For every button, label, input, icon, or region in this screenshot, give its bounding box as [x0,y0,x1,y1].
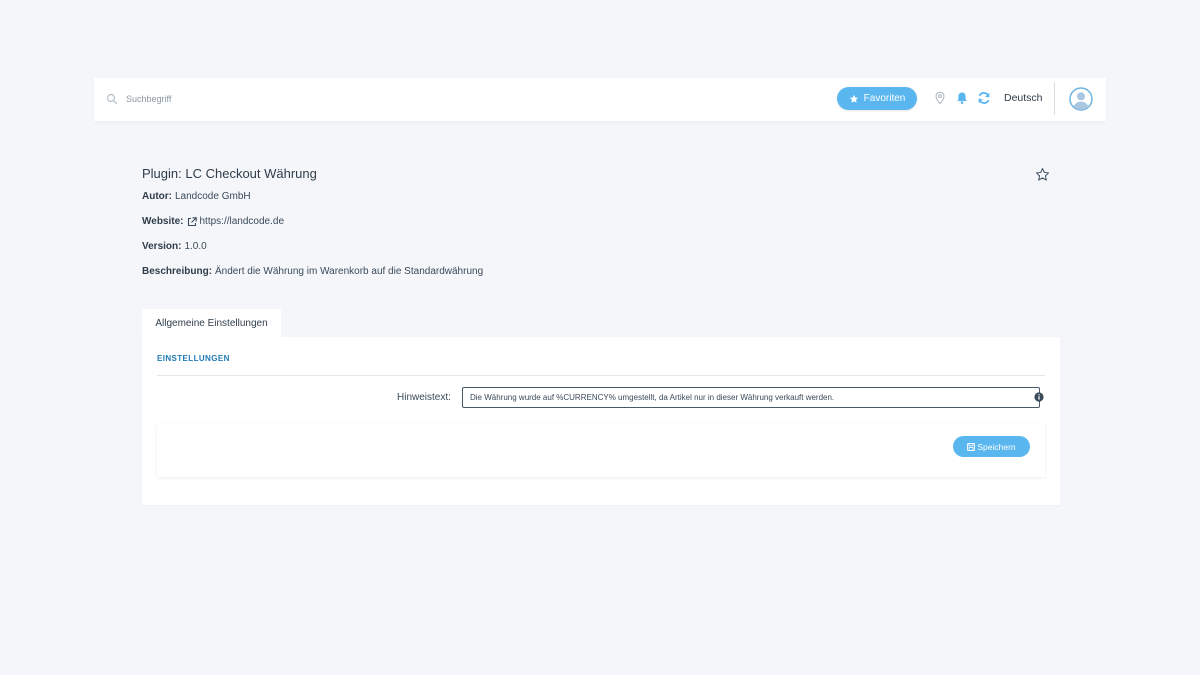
tab-general-settings[interactable]: Allgemeine Einstellungen [142,309,281,338]
external-link-icon [187,217,197,227]
bell-icon[interactable] [955,91,969,105]
refresh-icon[interactable] [977,91,991,105]
save-label: Speichern [977,441,1016,452]
top-bar: Favoriten Deutsch [94,78,1106,121]
version-label: Version: [142,241,182,252]
description-value: Ändert die Währung im Warenkorb auf die … [215,266,484,277]
language-selector[interactable]: Deutsch [1004,92,1043,104]
settings-panel: EINSTELLUNGEN Hinweistext: Speichern [142,337,1060,505]
author-label: Autor: [142,191,172,202]
search-icon [106,93,118,105]
plugin-info: Plugin: LC Checkout Währung Autor: Landc… [142,166,483,291]
divider [1054,82,1055,115]
description-row: Beschreibung: Ändert die Währung im Ware… [142,266,483,291]
save-button[interactable]: Speichern [953,436,1030,457]
section-divider [157,375,1045,376]
save-icon [967,442,976,451]
version-row: Version: 1.0.0 [142,241,483,266]
website-label: Website: [142,216,184,227]
description-label: Beschreibung: [142,266,213,277]
website-row: Website: https://landcode.de [142,216,483,241]
user-avatar-icon[interactable] [1069,87,1093,111]
star-icon [849,94,858,103]
save-card: Speichern [157,423,1045,477]
author-value: Landcode GmbH [175,191,251,202]
hint-text-label: Hinweistext: [397,392,451,403]
website-link[interactable]: https://landcode.de [200,216,285,227]
info-icon[interactable] [1034,392,1044,402]
section-title: EINSTELLUNGEN [157,354,230,363]
star-outline-icon[interactable] [1035,167,1050,182]
version-value: 1.0.0 [184,241,207,252]
hint-text-input[interactable] [462,387,1040,408]
page-title: Plugin: LC Checkout Währung [142,166,317,181]
favorites-button[interactable]: Favoriten [837,87,917,110]
search-input[interactable] [122,89,530,109]
favorites-label: Favoriten [863,93,906,104]
author-row: Autor: Landcode GmbH [142,191,483,216]
location-pin-icon[interactable] [933,91,947,105]
